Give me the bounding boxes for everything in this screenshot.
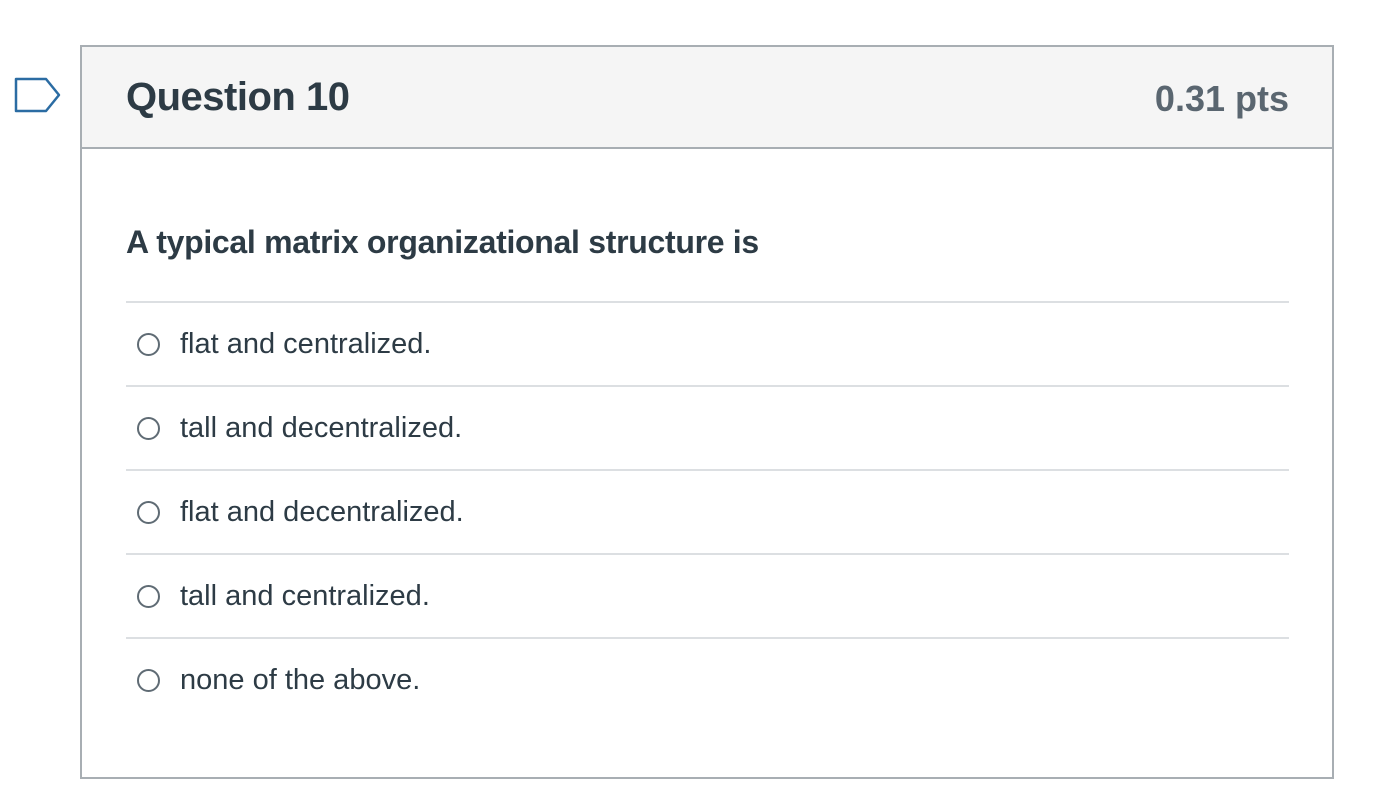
question-card: Question 10 0.31 pts A typical matrix or… bbox=[80, 45, 1334, 779]
answer-list: flat and centralized. tall and decentral… bbox=[126, 301, 1289, 721]
answer-label: none of the above. bbox=[180, 663, 421, 696]
question-body: A typical matrix organizational structur… bbox=[82, 223, 1332, 721]
answer-option[interactable]: tall and centralized. bbox=[126, 555, 1289, 639]
answer-label: flat and decentralized. bbox=[180, 495, 464, 528]
answer-option[interactable]: flat and centralized. bbox=[126, 303, 1289, 387]
answer-label: tall and centralized. bbox=[180, 579, 430, 612]
radio-button[interactable] bbox=[137, 416, 160, 440]
question-title: Question 10 bbox=[126, 75, 350, 119]
answer-label: flat and centralized. bbox=[180, 327, 432, 360]
radio-button[interactable] bbox=[137, 668, 160, 692]
question-header: Question 10 0.31 pts bbox=[82, 47, 1332, 149]
answer-option[interactable]: none of the above. bbox=[126, 639, 1289, 721]
question-points: 0.31 pts bbox=[1154, 78, 1289, 119]
answer-option[interactable]: flat and decentralized. bbox=[126, 471, 1289, 555]
radio-button[interactable] bbox=[137, 332, 160, 356]
question-text: A typical matrix organizational structur… bbox=[126, 224, 759, 260]
answer-option[interactable]: tall and decentralized. bbox=[126, 387, 1289, 471]
flag-question-icon[interactable] bbox=[14, 76, 62, 116]
radio-button[interactable] bbox=[137, 584, 160, 608]
answer-label: tall and decentralized. bbox=[180, 411, 463, 444]
radio-button[interactable] bbox=[137, 500, 160, 524]
